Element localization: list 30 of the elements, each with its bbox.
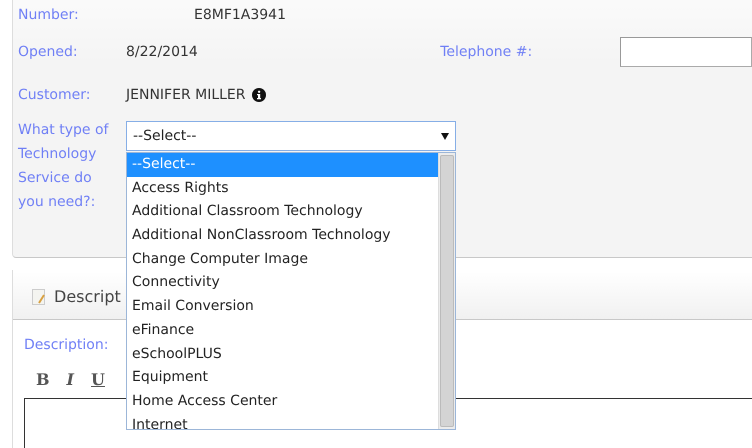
dropdown-option[interactable]: Additional NonClassroom Technology [127,224,438,248]
field-label: Number: [18,7,80,23]
caret-icon [441,132,449,140]
section-tab[interactable]: Descript [54,287,121,306]
bold-button[interactable]: B [35,370,51,388]
info-icon[interactable] [252,88,266,102]
dropdown-option[interactable]: Internet [127,414,438,429]
field-label: Telephone #: [440,44,534,60]
field-value: E8MF1A3941 [193,7,286,23]
dropdown-option[interactable]: Change Computer Image [127,248,438,272]
field-label: Opened: [18,44,79,60]
service-select[interactable]: --Select-- [126,121,456,151]
dropdown-option[interactable]: Access Rights [127,176,438,200]
field-value: 8/22/2014 [126,44,199,60]
dropdown-option[interactable]: Equipment [127,366,438,390]
dropdown-option[interactable]: Additional Classroom Technology [127,200,438,224]
italic-button[interactable]: I [66,370,76,388]
dropdown-option[interactable]: eFinance [127,318,438,342]
field-label: Customer: [18,86,92,102]
dropdown-option[interactable]: Connectivity [127,271,438,296]
note-icon [32,288,46,304]
field-label: What type of Technology Service do you need?: [18,121,110,212]
telephone-field[interactable] [620,36,752,66]
underline-button[interactable]: U [90,370,106,388]
select-value: --Select-- [133,128,196,144]
field-value: JENNIFER MILLER [126,86,246,102]
field-label: Description: [24,337,108,353]
dropdown-option[interactable]: Email Conversion [127,295,438,319]
dropdown-option[interactable]: eSchoolPLUS [127,342,438,366]
dropdown-option[interactable]: Home Access Center [127,390,438,414]
